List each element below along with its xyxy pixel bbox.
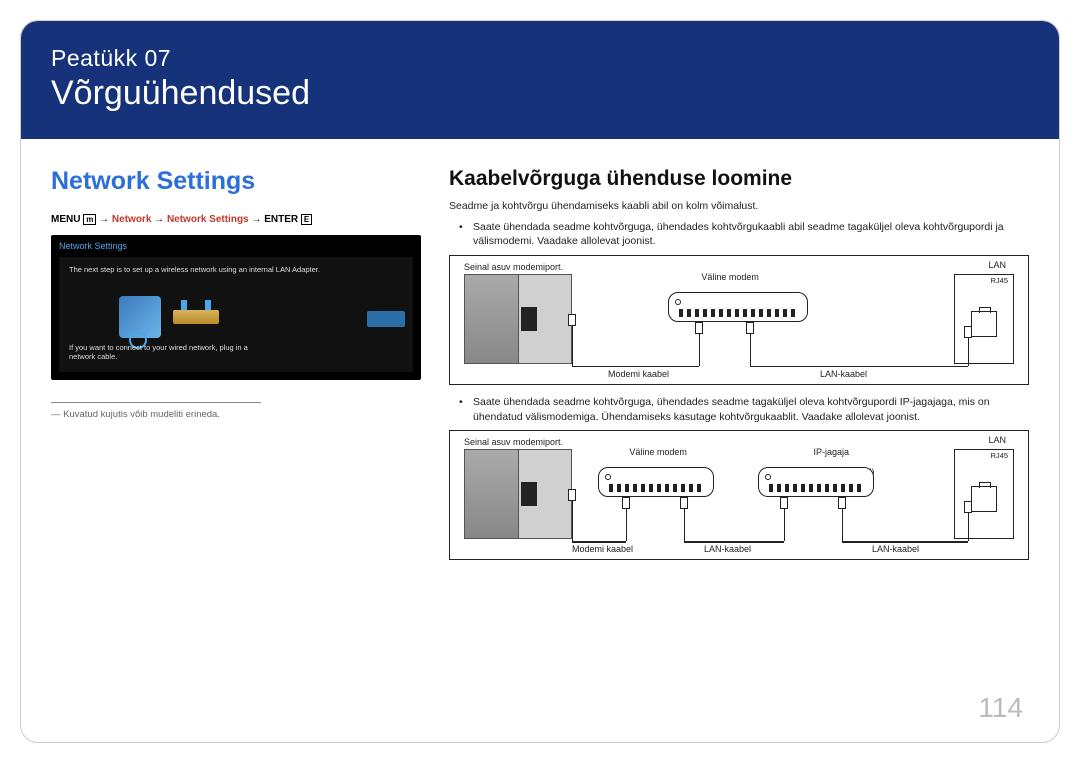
section-title: Network Settings	[51, 167, 421, 196]
lan-port-panel	[954, 449, 1014, 539]
wall-port	[464, 274, 572, 364]
left-column: Network Settings MENU m → Network → Netw…	[51, 167, 421, 570]
tv-router-icon	[173, 310, 219, 324]
bullet-item: Saate ühendada seadme kohtvõrguga, ühend…	[463, 395, 1029, 424]
tv-instruction-1: The next step is to set up a wireless ne…	[69, 265, 403, 275]
rj45-port-icon	[971, 311, 997, 337]
lan-label: LAN	[988, 435, 1006, 445]
wall-port	[464, 449, 572, 539]
chapter-header: Peatükk 07 Võrguühendused	[21, 21, 1059, 139]
bullet-item: Saate ühendada seadme kohtvõrguga, ühend…	[463, 220, 1029, 249]
page-number: 114	[978, 692, 1023, 724]
rj45-label: RJ45	[990, 451, 1008, 460]
wall-port-label: Seinal asuv modemiport.	[464, 437, 563, 447]
tv-button	[367, 311, 405, 327]
subsection-title: Kaabelvõrguga ühenduse loomine	[449, 167, 1029, 191]
enter-icon: E	[301, 214, 312, 225]
lan-port-panel	[954, 274, 1014, 364]
ip-sharer	[758, 467, 874, 497]
wall-port-label: Seinal asuv modemiport.	[464, 262, 563, 272]
bullet-list-1: Saate ühendada seadme kohtvõrguga, ühend…	[449, 220, 1029, 249]
bullet-list-2: Saate ühendada seadme kohtvõrguga, ühend…	[449, 395, 1029, 424]
rj45-port-icon	[971, 486, 997, 512]
tv-title: Network Settings	[59, 241, 413, 251]
tv-instruction-2: If you want to connect to your wired net…	[69, 343, 269, 363]
connection-diagram-1: Seinal asuv modemiport. Väline modem (AD…	[449, 255, 1029, 385]
external-modem	[668, 292, 808, 322]
chapter-title: Võrguühendused	[51, 74, 1029, 113]
chapter-label: Peatükk 07	[51, 45, 1029, 72]
manual-page: Peatükk 07 Võrguühendused Network Settin…	[20, 20, 1060, 743]
right-column: Kaabelvõrguga ühenduse loomine Seadme ja…	[449, 167, 1029, 570]
menu-icon: m	[83, 214, 96, 225]
footnote: Kuvatud kujutis võib mudeliti erineda.	[51, 409, 421, 420]
intro-text: Seadme ja kohtvõrgu ühendamiseks kaabli …	[449, 199, 1029, 214]
tv-body: The next step is to set up a wireless ne…	[59, 257, 413, 372]
tv-screenshot: Network Settings The next step is to set…	[51, 235, 421, 380]
lan-label: LAN	[988, 260, 1006, 270]
connection-diagram-2: Seinal asuv modemiport. Väline modem (AD…	[449, 430, 1029, 560]
menu-breadcrumb: MENU m → Network → Network Settings → EN…	[51, 214, 421, 225]
divider	[51, 402, 261, 403]
external-modem	[598, 467, 714, 497]
rj45-label: RJ45	[990, 276, 1008, 285]
page-content: Network Settings MENU m → Network → Netw…	[21, 139, 1059, 570]
